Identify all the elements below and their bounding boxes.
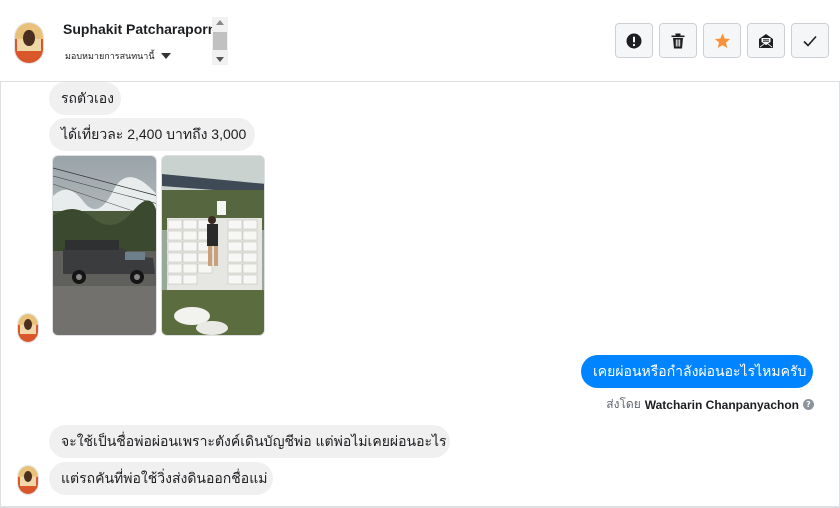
sender-name[interactable]: Watcharin Chanpanyachon — [645, 398, 799, 412]
incoming-message-bubble[interactable]: ได้เที่ยวละ 2,400 บาทถึง 3,000 — [49, 118, 255, 151]
scroll-up-arrow-icon[interactable] — [216, 20, 224, 25]
contact-name[interactable]: Suphakit Patcharaporn — [63, 21, 216, 37]
sent-by-prefix: ส่งโดย — [606, 397, 641, 411]
help-icon[interactable]: ? — [803, 399, 814, 410]
delete-button[interactable] — [659, 23, 697, 58]
outgoing-message-bubble[interactable]: เคยผ่อนหรือกำลังผ่อนอะไรไหมครับ — [581, 355, 813, 388]
trash-icon — [671, 33, 685, 48]
mark-unread-button[interactable] — [747, 23, 785, 58]
assign-conversation-dropdown[interactable]: มอบหมายการสนทนานี้ — [65, 49, 171, 63]
exclamation-circle-icon — [626, 33, 642, 48]
star-icon — [714, 33, 730, 48]
conversation-header: Suphakit Patcharaporn มอบหมายการสนทนานี้ — [0, 0, 840, 82]
sent-by-line: ส่งโดย Watcharin Chanpanyachon ? — [606, 395, 814, 414]
contact-avatar[interactable] — [17, 465, 39, 495]
scroll-thumb[interactable] — [213, 32, 227, 50]
contact-avatar[interactable] — [17, 313, 39, 343]
envelope-icon — [759, 33, 773, 48]
incoming-message-bubble[interactable]: แต่รถคันที่พ่อใช้วิ่งส่งดินออกชื่อแม่ — [49, 462, 273, 495]
incoming-message-bubble[interactable]: จะใช้เป็นชื่อพ่อผ่อนเพราะตังค์เดินบัญชีพ… — [49, 425, 450, 458]
incoming-message-bubble[interactable]: รถตัวเอง — [49, 82, 121, 115]
mark-done-button[interactable] — [791, 23, 829, 58]
header-scrollbar[interactable] — [212, 17, 228, 65]
scroll-down-arrow-icon[interactable] — [216, 57, 224, 62]
truck-photo[interactable] — [52, 155, 157, 336]
contact-avatar[interactable] — [14, 22, 44, 64]
star-button[interactable] — [703, 23, 741, 58]
sacks-photo[interactable] — [161, 155, 265, 336]
assign-conversation-label: มอบหมายการสนทนานี้ — [65, 52, 155, 62]
report-spam-button[interactable] — [615, 23, 653, 58]
conversation-actions — [615, 23, 829, 58]
checkmark-icon — [803, 35, 817, 47]
caret-down-icon — [160, 53, 171, 59]
